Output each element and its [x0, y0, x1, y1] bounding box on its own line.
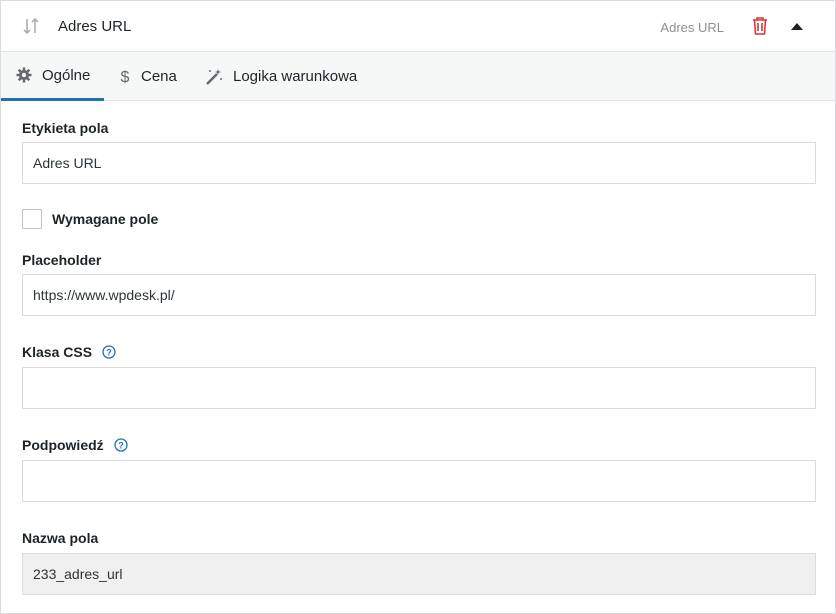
sort-arrows-icon[interactable]: [21, 16, 41, 36]
tab-general-label: Ogólne: [42, 66, 91, 84]
tab-general[interactable]: Ogólne: [1, 52, 104, 101]
svg-text:?: ?: [118, 441, 124, 451]
collapse-caret-icon[interactable]: [791, 22, 803, 30]
tab-bar: Ogólne $ Cena Logika warunkowa: [1, 52, 835, 101]
label-field-input[interactable]: Adres URL: [22, 142, 816, 184]
svg-text:$: $: [121, 69, 130, 86]
tooltip-label-row: Podpowiedź ?: [22, 437, 128, 453]
tab-price-label: Cena: [141, 68, 177, 85]
field-title: Adres URL: [58, 18, 132, 35]
tab-conditional-logic[interactable]: Logika warunkowa: [205, 52, 357, 101]
css-class-label-row: Klasa CSS ?: [22, 344, 116, 360]
trash-icon[interactable]: [751, 16, 769, 36]
help-icon[interactable]: ?: [102, 345, 116, 359]
placeholder-input[interactable]: https://www.wpdesk.pl/: [22, 274, 816, 316]
dollar-icon: $: [121, 69, 130, 86]
tab-price[interactable]: $ Cena: [119, 52, 177, 101]
tooltip-input[interactable]: [22, 460, 816, 502]
placeholder-label: Placeholder: [22, 252, 102, 268]
tab-logic-label: Logika warunkowa: [233, 68, 358, 85]
magic-wand-icon: [206, 68, 222, 85]
css-class-input[interactable]: [22, 367, 816, 409]
required-checkbox[interactable]: [22, 209, 42, 229]
field-editor-panel: Adres URL Adres URL Ogólne $ Cena Logika…: [0, 0, 836, 614]
label-field-label: Etykieta pola: [22, 120, 109, 136]
tooltip-label: Podpowiedź: [22, 437, 104, 453]
css-class-label: Klasa CSS: [22, 344, 93, 360]
field-name-label: Nazwa pola: [22, 530, 99, 546]
field-header[interactable]: Adres URL Adres URL: [1, 1, 835, 52]
required-label: Wymagane pole: [52, 211, 159, 227]
field-type-label: Adres URL: [660, 20, 724, 35]
gear-icon: [16, 67, 32, 83]
svg-text:?: ?: [106, 348, 112, 358]
field-name-input: 233_adres_url: [22, 553, 816, 595]
help-icon[interactable]: ?: [114, 438, 128, 452]
